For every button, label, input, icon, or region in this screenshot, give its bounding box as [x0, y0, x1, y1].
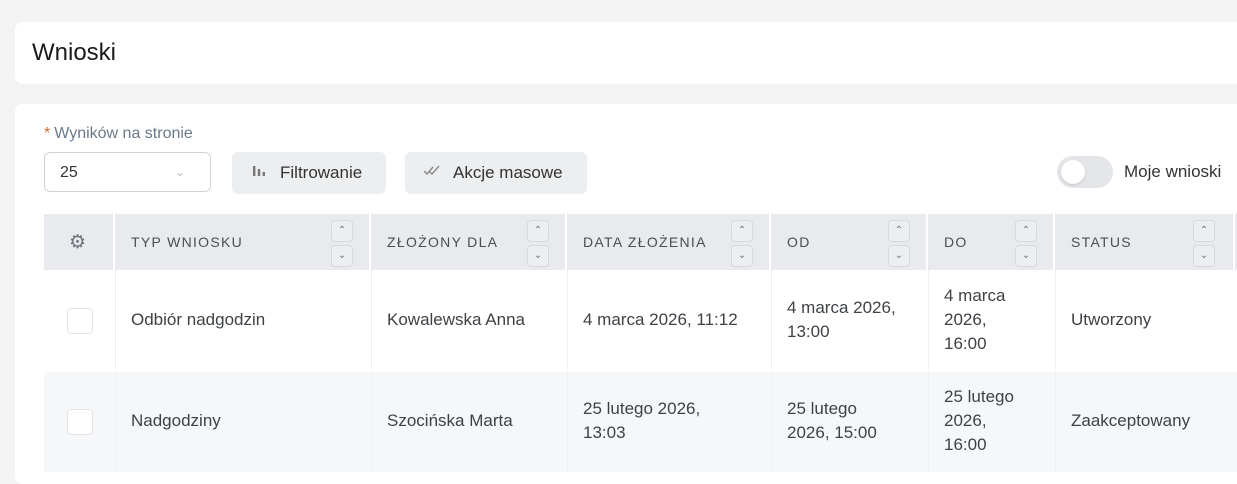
cell-line: 4 marca 2026,	[787, 298, 896, 317]
cell-to: 25 lutego 2026, 16:00	[944, 385, 1014, 457]
cell-type: Odbiór nadgodzin	[131, 310, 266, 329]
per-page-select[interactable]: 25 ⌄	[44, 152, 211, 192]
table-header: ⚙ TYP WNIOSKU ⌃ ⌄ ZŁOŻONY DLA ⌃ ⌄ DATA ZŁO…	[44, 214, 1237, 270]
column-header-label: DATA ZŁOŻENIA	[583, 234, 707, 250]
column-header-submitted[interactable]: DATA ZŁOŻENIA ⌃ ⌄	[567, 214, 771, 270]
table-row[interactable]: Nadgodziny Szocińska Marta 25 lutego 202…	[44, 372, 1237, 472]
chevron-down-icon[interactable]: ⌄	[731, 245, 753, 267]
cell-submitted: 4 marca 2026, 11:12	[583, 310, 738, 329]
column-header-label: TYP WNIOSKU	[131, 234, 244, 250]
cell-status: Zaakceptowany	[1071, 411, 1191, 430]
cell-status: Utworzony	[1071, 310, 1152, 329]
double-check-icon	[423, 163, 441, 180]
chevron-up-icon[interactable]: ⌃	[331, 220, 353, 242]
cell-line: 2026,	[944, 310, 987, 329]
column-header-label: DO	[944, 234, 968, 250]
cell-submitted: 25 lutego 2026, 13:03	[583, 397, 700, 445]
per-page-value: 25	[60, 164, 78, 181]
sort-controls[interactable]: ⌃ ⌄	[527, 220, 549, 270]
cell-line: 16:00	[944, 334, 987, 353]
per-page-label-text: Wyników na stronie	[54, 125, 193, 142]
cell-for: Szocińska Marta	[387, 411, 513, 430]
chevron-down-icon: ⌄	[175, 165, 186, 179]
column-divider	[567, 270, 568, 370]
cell-line: 25 lutego 2026,	[583, 399, 701, 418]
column-header-label: OD	[787, 234, 811, 250]
cell-line: 4 marca	[944, 286, 1006, 305]
required-mark: *	[44, 125, 51, 142]
chevron-up-icon[interactable]: ⌃	[731, 220, 753, 242]
column-header-for[interactable]: ZŁOŻONY DLA ⌃ ⌄	[371, 214, 567, 270]
column-header-label: ZŁOŻONY DLA	[387, 234, 499, 250]
sort-controls[interactable]: ⌃ ⌄	[731, 220, 753, 270]
chevron-down-icon[interactable]: ⌄	[888, 245, 910, 267]
column-divider	[371, 372, 372, 472]
column-divider	[771, 270, 772, 370]
chevron-up-icon[interactable]: ⌃	[527, 220, 549, 242]
toggle-knob	[1061, 160, 1085, 184]
chevron-down-icon[interactable]: ⌄	[527, 245, 549, 267]
bar-chart-icon	[252, 163, 266, 180]
column-divider	[567, 372, 568, 472]
filter-button[interactable]: Filtrowanie	[232, 152, 386, 194]
column-divider	[371, 270, 372, 370]
chevron-down-icon[interactable]: ⌄	[1193, 245, 1215, 267]
page-title: Wnioski	[32, 39, 117, 66]
my-requests-label: Moje wnioski	[1124, 162, 1222, 181]
cell-to: 4 marca 2026, 16:00	[944, 284, 1005, 356]
cell-from: 25 lutego 2026, 15:00	[787, 397, 877, 445]
mass-actions-button-label: Akcje masowe	[453, 163, 563, 182]
column-divider	[928, 270, 929, 370]
filter-button-label: Filtrowanie	[280, 163, 363, 182]
my-requests-toggle[interactable]	[1057, 156, 1113, 188]
chevron-up-icon[interactable]: ⌃	[888, 220, 910, 242]
main-card: * Wyników na stronie 25 ⌄ Filtrowanie Akc…	[15, 104, 1237, 484]
cell-line: 16:00	[944, 435, 987, 454]
cell-line: 2026, 15:00	[787, 423, 877, 442]
column-divider	[115, 372, 116, 472]
gear-icon[interactable]: ⚙	[69, 231, 86, 254]
column-divider	[1055, 270, 1056, 370]
row-checkbox[interactable]	[67, 409, 93, 435]
cell-line: 13:00	[787, 322, 830, 341]
chevron-up-icon[interactable]: ⌃	[1193, 220, 1215, 242]
column-header-type[interactable]: TYP WNIOSKU ⌃ ⌄	[115, 214, 371, 270]
header-card: Wnioski	[15, 22, 1237, 84]
table-row[interactable]: Odbiór nadgodzin Kowalewska Anna 4 marca…	[44, 270, 1237, 370]
chevron-down-icon[interactable]: ⌄	[1015, 245, 1037, 267]
cell-line: 2026,	[944, 411, 987, 430]
column-divider	[115, 270, 116, 370]
cell-for: Kowalewska Anna	[387, 310, 525, 329]
column-header-to[interactable]: DO ⌃ ⌄	[928, 214, 1055, 270]
sort-controls[interactable]: ⌃ ⌄	[888, 220, 910, 270]
cell-type: Nadgodziny	[131, 411, 221, 430]
chevron-down-icon[interactable]: ⌄	[331, 245, 353, 267]
column-header-from[interactable]: OD ⌃ ⌄	[771, 214, 928, 270]
sort-controls[interactable]: ⌃ ⌄	[1193, 220, 1215, 270]
row-checkbox[interactable]	[67, 308, 93, 334]
chevron-up-icon[interactable]: ⌃	[1015, 220, 1037, 242]
cell-line: 13:03	[583, 423, 626, 442]
sort-controls[interactable]: ⌃ ⌄	[1015, 220, 1037, 270]
cell-line: 25 lutego	[944, 387, 1014, 406]
column-divider	[771, 372, 772, 472]
column-header-label: STATUS	[1071, 234, 1132, 250]
settings-column-header[interactable]: ⚙	[44, 214, 115, 270]
mass-actions-button[interactable]: Akcje masowe	[405, 152, 587, 194]
cell-from: 4 marca 2026, 13:00	[787, 296, 896, 344]
column-divider	[928, 372, 929, 472]
cell-line: 25 lutego	[787, 399, 857, 418]
sort-controls[interactable]: ⌃ ⌄	[331, 220, 353, 270]
per-page-label: * Wyników na stronie	[44, 125, 193, 143]
column-header-status[interactable]: STATUS ⌃ ⌄	[1055, 214, 1235, 270]
column-divider	[1055, 372, 1056, 472]
